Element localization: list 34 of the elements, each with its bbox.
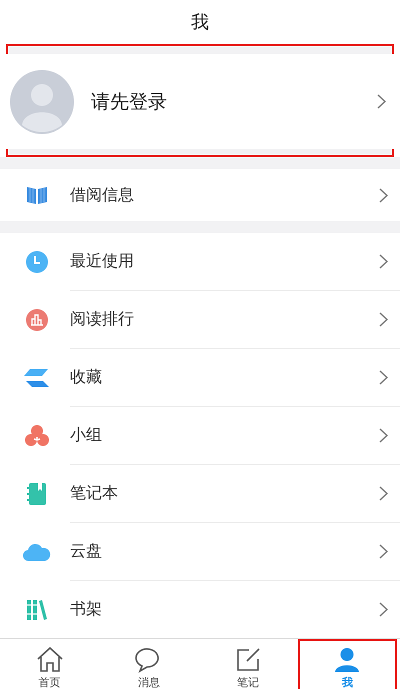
chevron-icon [379, 370, 388, 385]
login-prompt: 请先登录 [91, 90, 168, 114]
tab[interactable]: 首页 [0, 639, 100, 689]
tab[interactable]: 消息 [99, 639, 198, 689]
bookshelf-icon [26, 598, 48, 620]
menu-item[interactable]: 书架 [0, 581, 400, 638]
notebook-icon [27, 482, 47, 506]
avatar-icon [10, 70, 74, 134]
clock-icon [25, 250, 49, 274]
menu-item[interactable]: 阅读排行 [0, 291, 400, 348]
menu-item[interactable]: 最近使用 [0, 233, 400, 290]
edit-icon [235, 646, 262, 672]
chevron-icon [379, 544, 388, 559]
chevron-icon [379, 602, 388, 617]
petals-icon [24, 424, 50, 448]
menu-item[interactable]: 笔记本 [0, 465, 400, 522]
chevron-icon [379, 428, 388, 443]
menu-item[interactable]: 小组 [0, 407, 400, 464]
layers-icon [24, 368, 50, 388]
menu-item[interactable]: 收藏 [0, 349, 400, 406]
person-icon [334, 646, 360, 672]
chevron-icon [379, 188, 388, 202]
book-icon [26, 185, 48, 205]
home-icon [36, 646, 64, 672]
chevron-icon [379, 254, 388, 269]
chevron-icon [379, 486, 388, 501]
cloud-icon [23, 542, 51, 562]
page-title: 我 [191, 11, 209, 34]
menu-item[interactable]: 云盘 [0, 523, 400, 580]
chevron-icon [379, 312, 388, 327]
chevron-icon [377, 94, 386, 109]
tab[interactable]: 笔记 [198, 639, 298, 689]
menu-item[interactable]: 借阅信息 [0, 169, 400, 221]
bar-chart-icon [25, 308, 49, 332]
